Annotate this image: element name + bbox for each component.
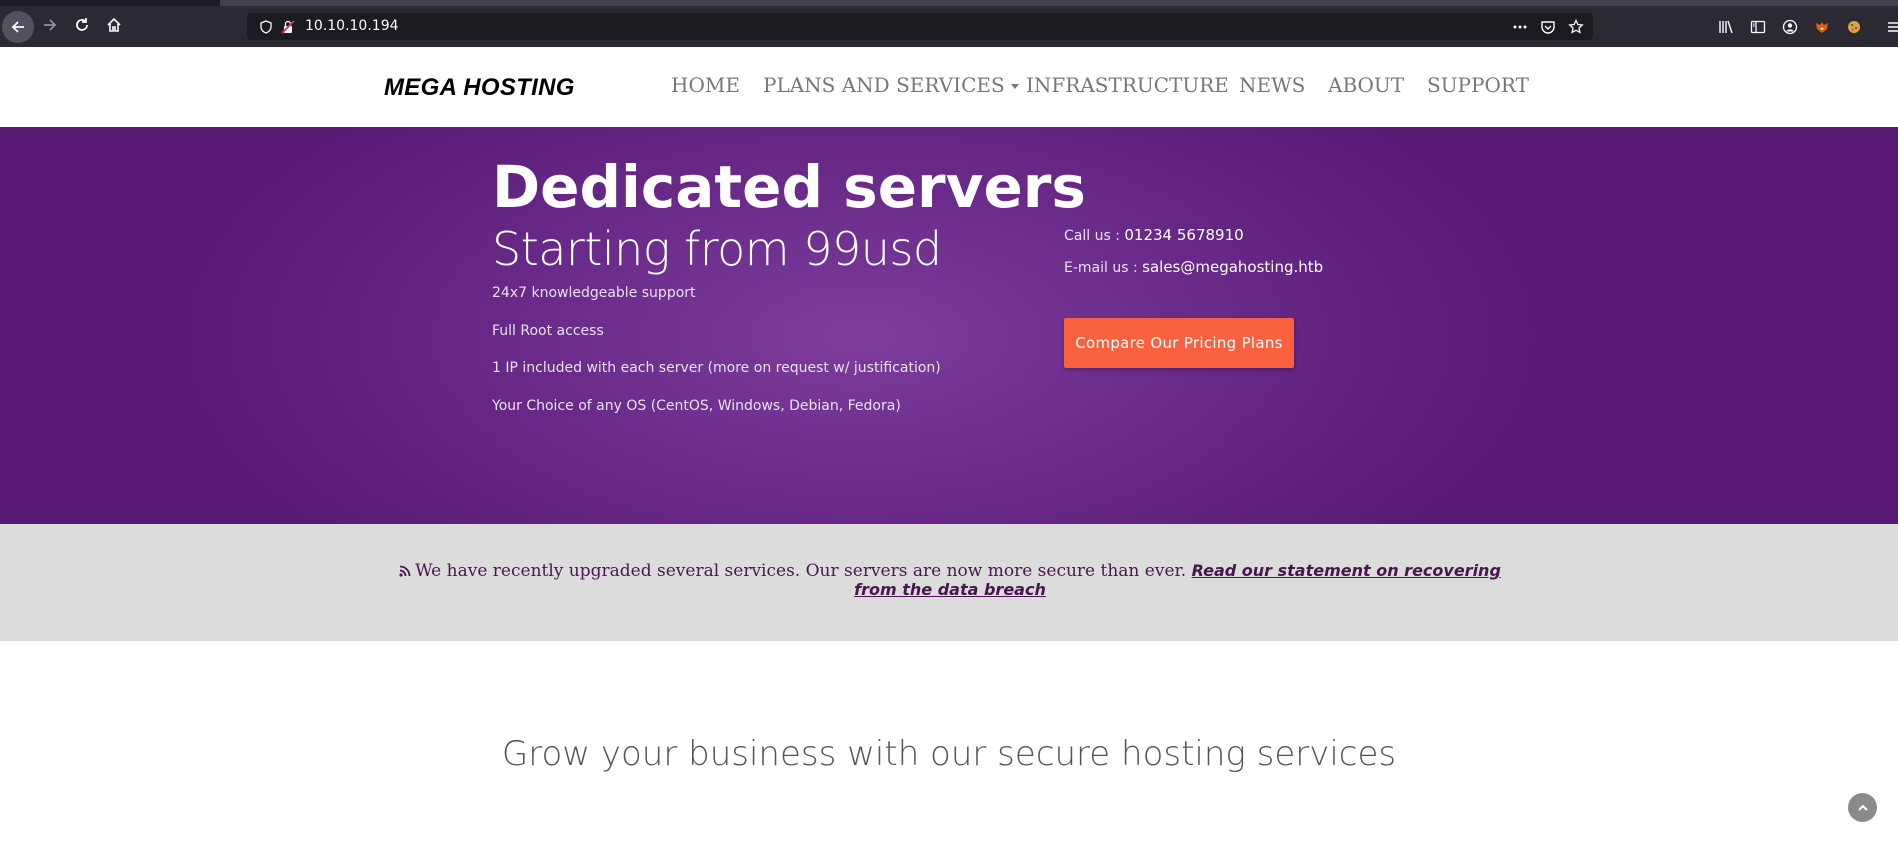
hero-subtitle: Starting from 99usd [492, 222, 942, 276]
compare-pricing-button[interactable]: Compare Our Pricing Plans [1064, 318, 1294, 368]
contact-phone: Call us : 01234 5678910 [1064, 226, 1244, 244]
reload-icon [76, 18, 88, 31]
site-header: MEGA HOSTING HOME PLANS AND SERVICES INF… [0, 47, 1898, 127]
feature-item: 24x7 knowledgeable support [492, 285, 696, 301]
feature-item: 1 IP included with each server (more on … [492, 360, 941, 376]
rss-icon [399, 563, 411, 581]
sidebar-icon[interactable] [1747, 16, 1769, 38]
chevron-up-icon [1857, 804, 1868, 811]
nav-infrastructure[interactable]: INFRASTRUCTURE [1026, 73, 1229, 97]
notice-text: We have recently upgraded several servic… [380, 562, 1520, 599]
contact-email-label: E-mail us : [1064, 260, 1143, 276]
back-button[interactable] [2, 11, 34, 43]
url-text[interactable]: 10.10.10.194 [305, 18, 399, 34]
nav-about[interactable]: ABOUT [1328, 73, 1404, 97]
nav-plans-and-services[interactable]: PLANS AND SERVICES [763, 73, 1019, 97]
feature-item: Your Choice of any OS (CentOS, Windows, … [492, 398, 901, 414]
nav-plans-label: PLANS AND SERVICES [763, 73, 1005, 97]
notice-band: We have recently upgraded several servic… [0, 524, 1898, 641]
browser-toolbar: 10.10.10.194 [0, 6, 1898, 47]
contact-phone-value[interactable]: 01234 5678910 [1124, 226, 1243, 244]
nav-support[interactable]: SUPPORT [1427, 73, 1529, 97]
insecure-lock-icon[interactable] [279, 18, 297, 36]
reload-button[interactable] [68, 11, 96, 39]
site-logo[interactable]: MEGA HOSTING [384, 74, 575, 102]
hero-banner: Dedicated servers Starting from 99usd 24… [0, 127, 1898, 524]
arrow-right-icon [44, 19, 57, 31]
home-button[interactable] [100, 11, 128, 39]
extension-fox-icon[interactable] [1811, 16, 1833, 38]
feature-item: Full Root access [492, 323, 604, 339]
page-actions-icon[interactable] [1511, 18, 1529, 36]
menu-icon[interactable] [1883, 16, 1898, 38]
contact-email-value[interactable]: sales@megahosting.htb [1142, 258, 1323, 276]
nav-news[interactable]: NEWS [1239, 73, 1305, 97]
extension-cookie-icon[interactable] [1843, 16, 1865, 38]
hero-title: Dedicated servers [492, 153, 1086, 221]
nav-home[interactable]: HOME [671, 73, 740, 97]
notice-message: We have recently upgraded several servic… [415, 561, 1187, 581]
forward-button[interactable] [36, 11, 64, 39]
shield-icon[interactable] [257, 18, 275, 36]
contact-phone-label: Call us : [1064, 228, 1125, 244]
library-icon[interactable] [1715, 16, 1737, 38]
home-icon [107, 17, 121, 32]
pocket-icon[interactable] [1539, 18, 1557, 36]
url-bar[interactable]: 10.10.10.194 [247, 13, 1593, 40]
contact-email: E-mail us : sales@megahosting.htb [1064, 258, 1323, 276]
account-icon[interactable] [1779, 16, 1801, 38]
bookmark-star-icon[interactable] [1567, 18, 1585, 36]
section-heading: Grow your business with our secure hosti… [501, 734, 1397, 774]
caret-down-icon [1010, 84, 1019, 89]
scroll-to-top-button[interactable] [1848, 793, 1877, 822]
arrow-left-icon [11, 21, 24, 33]
